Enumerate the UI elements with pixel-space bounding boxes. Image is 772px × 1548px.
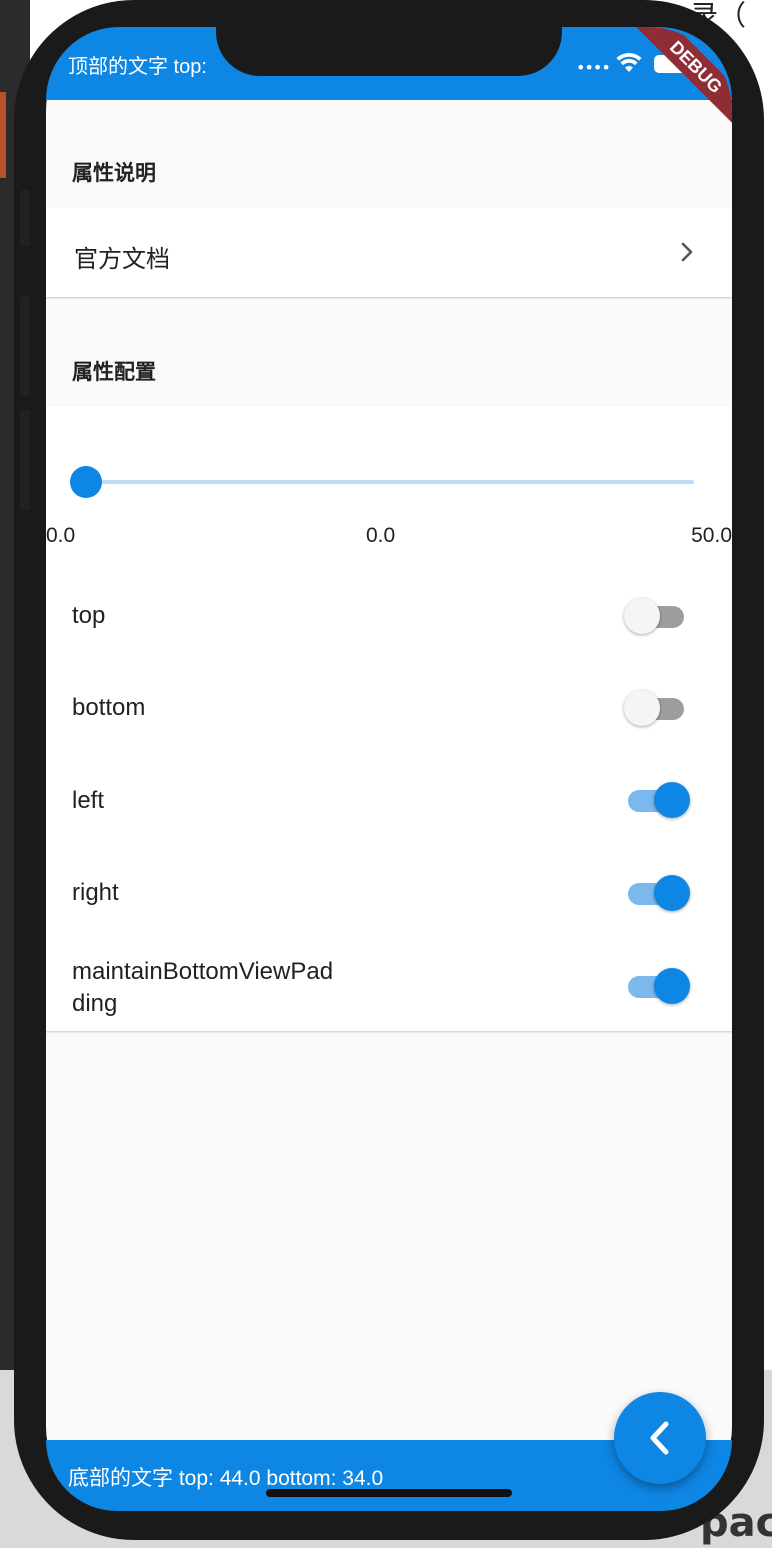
back-arrow-icon [650,1421,669,1455]
slider-min-label: 0.0 [46,524,76,547]
toggle-top[interactable] [624,596,686,636]
desktop-thumbnail [0,92,6,178]
slider-value-label: 0.0 [366,524,396,547]
side-button [20,190,30,246]
slider-thumb[interactable] [70,466,102,498]
toggle-right[interactable] [628,873,690,913]
back-fab-button[interactable] [614,1392,706,1484]
toggle-label-maintain-bottom-view-padding: maintainBottomViewPad ding [72,958,334,1017]
toggle-label-top: top [72,602,106,629]
toggle-maintain-bottom-view-padding[interactable] [628,966,690,1006]
toggle-label-left: left [72,787,105,814]
config-card: 0.0 0.0 50.0 top bottom left right maint… [46,406,732,1031]
bottom-text: 底部的文字 top: 44.0 bottom: 34.0 [68,1467,384,1490]
toggle-bottom[interactable] [624,688,686,728]
slider-max-label: 50.0 [691,524,732,547]
top-text: 顶部的文字 top: [68,56,207,78]
section-title-description: 属性说明 [72,161,156,185]
slider-track[interactable] [86,480,694,484]
device-notch [216,0,562,76]
toggle-left[interactable] [628,780,690,820]
section-title-config: 属性配置 [72,360,156,384]
toggle-label-bottom: bottom [72,694,146,721]
chevron-right-icon [680,241,694,267]
side-button [20,296,30,396]
home-indicator [266,1489,512,1497]
doc-link-card[interactable]: 官方文档 [46,207,732,297]
toggle-label-right: right [72,879,119,906]
side-button [20,410,30,510]
doc-link-label: 官方文档 [74,245,170,273]
